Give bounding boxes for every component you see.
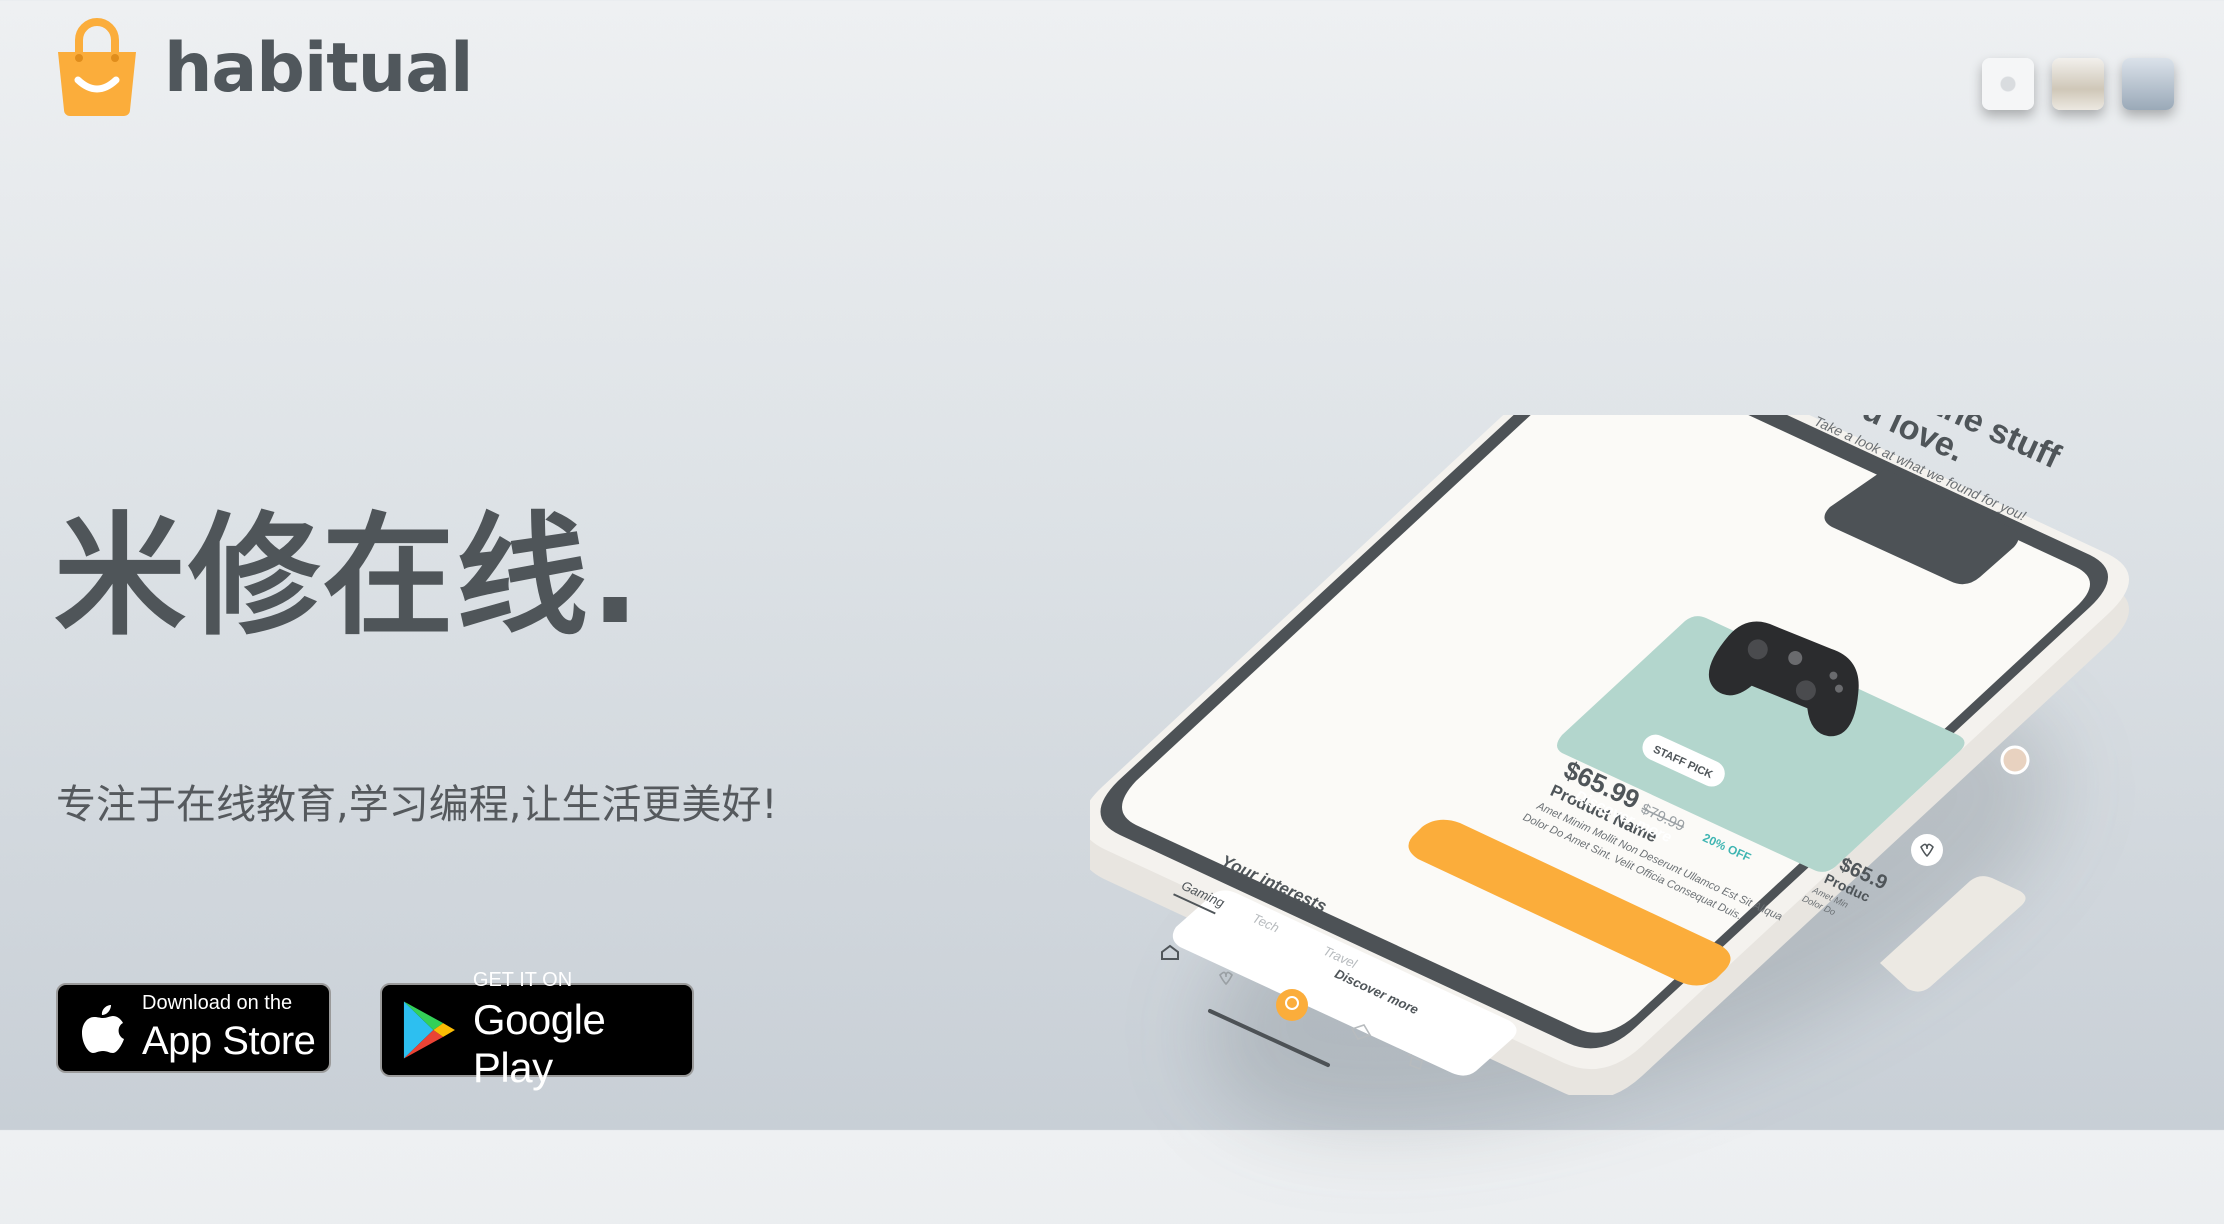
app-store-badge[interactable]: Download on the App Store xyxy=(56,983,331,1073)
hero-title: 米修在线. xyxy=(54,500,643,654)
brand-name: habitual xyxy=(164,28,473,108)
logo[interactable]: habitual xyxy=(54,18,473,118)
sand-theme-swatch[interactable] xyxy=(2052,58,2104,110)
app-store-big-text: App Store xyxy=(142,1019,316,1063)
phone-mockup: Find the stuff you love. Take a look at … xyxy=(1081,332,2160,1100)
home-indicator xyxy=(1208,1009,1330,1067)
nav-favorites-icon[interactable] xyxy=(1219,971,1233,986)
google-play-small-text: GET IT ON xyxy=(472,968,573,991)
theme-switcher xyxy=(1982,58,2174,110)
google-play-big-text: Google Play xyxy=(472,995,606,1091)
phone-illustration: Find the stuff you love. Take a look at … xyxy=(1081,332,2129,1100)
google-play-icon xyxy=(403,1001,455,1059)
favorite-button[interactable] xyxy=(1911,834,1943,866)
avatar xyxy=(2000,745,2030,775)
shopping-bag-icon xyxy=(58,18,136,116)
nav-home-icon[interactable] xyxy=(1161,944,1179,960)
hero-subtitle: 专注于在线教育,学习编程,让生活更美好! xyxy=(56,782,778,828)
app-store-small-text: Download on the xyxy=(142,992,293,1014)
next-product-card xyxy=(1880,876,2026,992)
light-theme-swatch[interactable] xyxy=(1982,58,2034,110)
apple-icon xyxy=(82,1005,124,1053)
blue-theme-swatch[interactable] xyxy=(2122,58,2174,110)
google-play-badge[interactable]: GET IT ON Google Play xyxy=(380,969,694,1091)
nav-search-button[interactable] xyxy=(1276,989,1308,1021)
